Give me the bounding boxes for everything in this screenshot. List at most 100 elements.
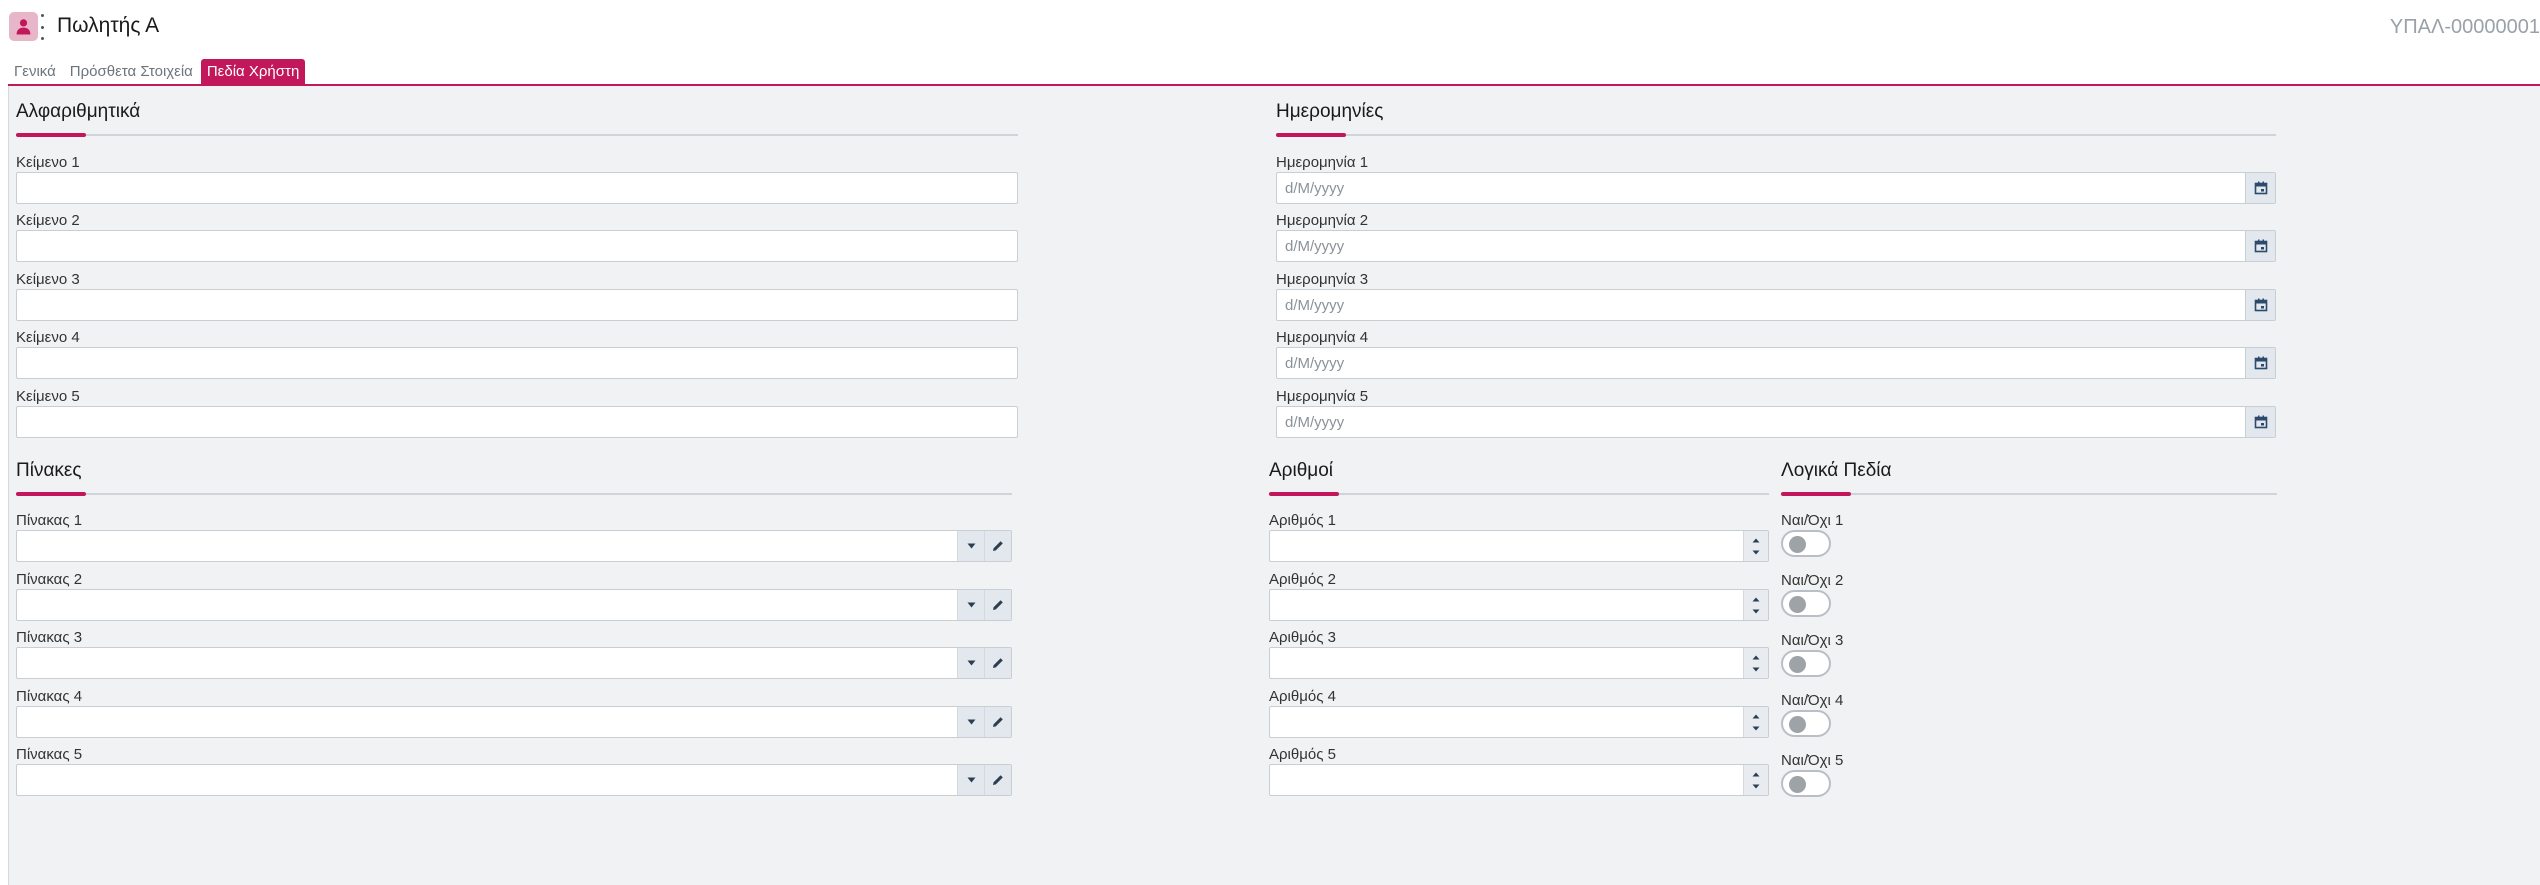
user-fields-panel: Αλφαριθμητικά Κείμενο 1 Κείμενο 2 Κείμεν…: [8, 86, 2540, 885]
calendar-icon[interactable]: [2245, 407, 2275, 437]
date-field-5-input[interactable]: d/M/yyyy: [1276, 406, 2276, 438]
tab-general[interactable]: Γενικά: [8, 59, 62, 84]
calendar-icon[interactable]: [2245, 231, 2275, 261]
text-field-3-input[interactable]: [16, 289, 1018, 321]
date-field-2-input[interactable]: d/M/yyyy: [1276, 230, 2276, 262]
toggle-knob: [1789, 775, 1806, 793]
tab-additional-details[interactable]: Πρόσθετα Στοιχεία: [64, 59, 199, 84]
date-placeholder: d/M/yyyy: [1285, 296, 1345, 314]
number-spinner[interactable]: [1743, 765, 1768, 795]
table-field-2-select[interactable]: [16, 589, 1012, 621]
caret-up-icon[interactable]: [1752, 655, 1760, 660]
number-field-label: Αριθμός 3: [1269, 629, 1336, 646]
table-field-label: Πίνακας 5: [16, 746, 83, 763]
calendar-icon[interactable]: [2245, 290, 2275, 320]
toggle-knob: [1789, 595, 1806, 613]
caret-down-icon[interactable]: [1752, 726, 1760, 731]
table-field-4-select[interactable]: [16, 706, 1012, 738]
caret-down-icon[interactable]: [957, 765, 984, 795]
date-field-label: Ημερομηνία 5: [1276, 388, 1369, 405]
table-field-label: Πίνακας 2: [16, 571, 83, 588]
section-accent: [1269, 492, 1339, 496]
caret-up-icon[interactable]: [1752, 597, 1760, 602]
number-spinner[interactable]: [1743, 707, 1768, 737]
date-field-label: Ημερομηνία 4: [1276, 329, 1369, 346]
calendar-icon[interactable]: [2245, 173, 2275, 203]
date-field-label: Ημερομηνία 3: [1276, 271, 1369, 288]
caret-down-icon[interactable]: [1752, 667, 1760, 672]
boolean-field-3-toggle[interactable]: [1781, 650, 1831, 677]
boolean-field-5-toggle[interactable]: [1781, 770, 1831, 797]
section-title-numbers: Αριθμοί: [1269, 460, 1334, 481]
boolean-field-label: Ναι/Όχι 5: [1781, 752, 1844, 769]
section-accent: [1781, 492, 1851, 496]
boolean-field-label: Ναι/Όχι 4: [1781, 692, 1844, 709]
caret-down-icon[interactable]: [957, 590, 984, 620]
caret-up-icon[interactable]: [1752, 714, 1760, 719]
date-placeholder: d/M/yyyy: [1285, 354, 1345, 372]
boolean-field-4-toggle[interactable]: [1781, 710, 1831, 737]
section-accent: [16, 492, 86, 496]
text-field-label: Κείμενο 3: [16, 271, 80, 288]
pencil-icon[interactable]: [984, 707, 1011, 737]
number-field-4-input[interactable]: [1269, 706, 1769, 738]
number-field-label: Αριθμός 1: [1269, 512, 1336, 529]
section-title-dates: Ημερομηνίες: [1276, 101, 1384, 122]
record-title: Πωλητής Α: [57, 14, 160, 37]
boolean-field-label: Ναι/Όχι 1: [1781, 512, 1844, 529]
number-field-label: Αριθμός 5: [1269, 746, 1336, 763]
section-rule: [1276, 134, 2276, 136]
number-spinner[interactable]: [1743, 648, 1768, 678]
table-field-label: Πίνακας 4: [16, 688, 83, 705]
table-field-1-select[interactable]: [16, 530, 1012, 562]
number-field-2-input[interactable]: [1269, 589, 1769, 621]
number-field-3-input[interactable]: [1269, 647, 1769, 679]
table-field-label: Πίνακας 3: [16, 629, 83, 646]
number-field-5-input[interactable]: [1269, 764, 1769, 796]
text-field-5-input[interactable]: [16, 406, 1018, 438]
caret-up-icon[interactable]: [1752, 538, 1760, 543]
caret-down-icon[interactable]: [957, 707, 984, 737]
text-field-label: Κείμενο 2: [16, 212, 80, 229]
number-field-label: Αριθμός 4: [1269, 688, 1336, 705]
number-spinner[interactable]: [1743, 590, 1768, 620]
date-placeholder: d/M/yyyy: [1285, 413, 1345, 431]
text-field-label: Κείμενο 1: [16, 154, 80, 171]
section-rule: [1269, 493, 1769, 495]
text-field-1-input[interactable]: [16, 172, 1018, 204]
number-field-1-input[interactable]: [1269, 530, 1769, 562]
caret-down-icon[interactable]: [1752, 784, 1760, 789]
user-icon[interactable]: [9, 12, 38, 41]
boolean-field-1-toggle[interactable]: [1781, 530, 1831, 557]
caret-down-icon[interactable]: [1752, 550, 1760, 555]
boolean-field-2-toggle[interactable]: [1781, 590, 1831, 617]
date-placeholder: d/M/yyyy: [1285, 237, 1345, 255]
pencil-icon[interactable]: [984, 765, 1011, 795]
calendar-icon[interactable]: [2245, 348, 2275, 378]
kebab-menu-icon[interactable]: [40, 14, 44, 40]
text-field-2-input[interactable]: [16, 230, 1018, 262]
caret-down-icon[interactable]: [957, 648, 984, 678]
table-field-3-select[interactable]: [16, 647, 1012, 679]
tab-user-fields[interactable]: Πεδία Χρήστη: [200, 59, 306, 84]
date-field-label: Ημερομηνία 2: [1276, 212, 1369, 229]
toggle-knob: [1789, 535, 1806, 553]
pencil-icon[interactable]: [984, 531, 1011, 561]
caret-up-icon[interactable]: [1752, 772, 1760, 777]
number-spinner[interactable]: [1743, 531, 1768, 561]
section-rule: [16, 493, 1012, 495]
number-field-label: Αριθμός 2: [1269, 571, 1336, 588]
caret-down-icon[interactable]: [957, 531, 984, 561]
section-title-tables: Πίνακες: [16, 460, 82, 481]
section-title-booleans: Λογικά Πεδία: [1781, 460, 1892, 481]
pencil-icon[interactable]: [984, 590, 1011, 620]
table-field-5-select[interactable]: [16, 764, 1012, 796]
date-field-3-input[interactable]: d/M/yyyy: [1276, 289, 2276, 321]
pencil-icon[interactable]: [984, 648, 1011, 678]
caret-down-icon[interactable]: [1752, 609, 1760, 614]
boolean-field-label: Ναι/Όχι 2: [1781, 572, 1844, 589]
date-field-1-input[interactable]: d/M/yyyy: [1276, 172, 2276, 204]
tab-bar: Γενικά Πρόσθετα Στοιχεία Πεδία Χρήστη: [8, 59, 307, 84]
date-field-4-input[interactable]: d/M/yyyy: [1276, 347, 2276, 379]
text-field-4-input[interactable]: [16, 347, 1018, 379]
